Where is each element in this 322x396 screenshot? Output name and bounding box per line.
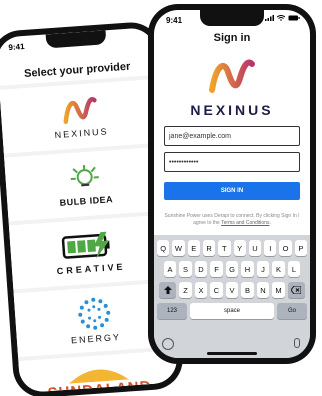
key-p[interactable]: P	[294, 240, 307, 256]
space-key[interactable]: space	[190, 303, 274, 319]
numbers-key[interactable]: 123	[157, 303, 187, 319]
keyboard-accessory-bar	[154, 338, 310, 352]
key-r[interactable]: R	[202, 240, 216, 256]
keyboard: Q W E R T Y U I O P A S D F G H J K L Z …	[154, 235, 310, 358]
provider-label: BULB IDEA	[59, 193, 114, 208]
status-time: 9:41	[8, 41, 25, 53]
key-s[interactable]: S	[179, 261, 192, 277]
microphone-icon[interactable]	[294, 338, 300, 348]
provider-item-nexinus[interactable]: NEXINUS	[0, 78, 162, 154]
nexinus-logo-icon	[209, 59, 255, 93]
shift-arrow-icon	[163, 286, 172, 294]
page-title: Sign in	[213, 32, 251, 44]
signal-icon	[265, 15, 274, 21]
key-i[interactable]: I	[264, 240, 277, 256]
key-e[interactable]: E	[187, 240, 200, 256]
keyboard-row-2: A S D F G H J K L	[157, 261, 307, 277]
key-h[interactable]: H	[241, 261, 254, 277]
keyboard-row-1: Q W E R T Y U I O P	[157, 240, 307, 256]
status-icons	[265, 15, 300, 21]
key-d[interactable]: D	[194, 261, 208, 277]
emoji-icon[interactable]	[162, 338, 174, 350]
home-indicator	[207, 352, 257, 355]
keyboard-row-4: 123 space Go	[157, 303, 307, 319]
phone-front: 9:41 Sign in NEXINUS jane@example.com ••…	[148, 4, 316, 364]
bulb-leaf-icon	[70, 164, 99, 186]
key-g[interactable]: G	[225, 261, 239, 277]
battery-icon	[288, 15, 300, 21]
status-time: 9:41	[166, 16, 183, 25]
provider-label: NEXINUS	[54, 125, 109, 140]
key-c[interactable]: C	[210, 282, 223, 298]
key-y[interactable]: Y	[233, 240, 246, 256]
key-f[interactable]: F	[210, 261, 223, 277]
battery-bolt-icon	[61, 231, 110, 259]
email-field[interactable]: jane@example.com	[164, 126, 300, 146]
key-x[interactable]: X	[194, 282, 208, 298]
provider-item-creative[interactable]: CREATIVE	[8, 214, 171, 290]
key-k[interactable]: K	[272, 261, 285, 277]
key-z[interactable]: Z	[179, 282, 192, 298]
disclaimer: Sunshine Power uses Derapi to connect. B…	[164, 213, 300, 226]
key-j[interactable]: J	[256, 261, 270, 277]
password-field[interactable]: ••••••••••••	[164, 152, 300, 172]
terms-link[interactable]: Terms and Conditions	[221, 220, 269, 226]
key-a[interactable]: A	[163, 261, 177, 277]
key-l[interactable]: L	[287, 261, 301, 277]
stage: 9:41 Select your provider NEXINUS BULB I…	[0, 0, 322, 396]
notch	[200, 10, 264, 26]
key-b[interactable]: B	[241, 282, 254, 298]
provider-item-bulb-idea[interactable]: BULB IDEA	[4, 146, 167, 222]
notch	[45, 30, 107, 49]
key-o[interactable]: O	[279, 240, 292, 256]
key-q[interactable]: Q	[157, 240, 170, 256]
signin-screen: 9:41 Sign in NEXINUS jane@example.com ••…	[154, 10, 310, 358]
shift-key[interactable]	[159, 282, 177, 298]
key-u[interactable]: U	[248, 240, 262, 256]
key-t[interactable]: T	[218, 240, 231, 256]
backspace-icon	[291, 286, 302, 294]
provider-label: CREATIVE	[56, 260, 126, 276]
disclaimer-end: .	[269, 219, 271, 226]
nexinus-logo-icon	[63, 96, 97, 124]
backspace-key[interactable]	[287, 282, 305, 298]
go-key[interactable]: Go	[277, 303, 307, 319]
sign-in-button[interactable]: SIGN IN	[164, 182, 300, 200]
key-w[interactable]: W	[172, 240, 185, 256]
provider-label: ENERGY	[70, 331, 122, 345]
key-m[interactable]: M	[272, 282, 285, 298]
wifi-icon	[277, 15, 285, 21]
dots-circle-icon	[78, 297, 111, 330]
brand-name: NEXINUS	[190, 102, 274, 118]
key-n[interactable]: N	[256, 282, 270, 298]
keyboard-row-3: Z X C V B N M	[157, 282, 307, 298]
key-v[interactable]: V	[225, 282, 239, 298]
